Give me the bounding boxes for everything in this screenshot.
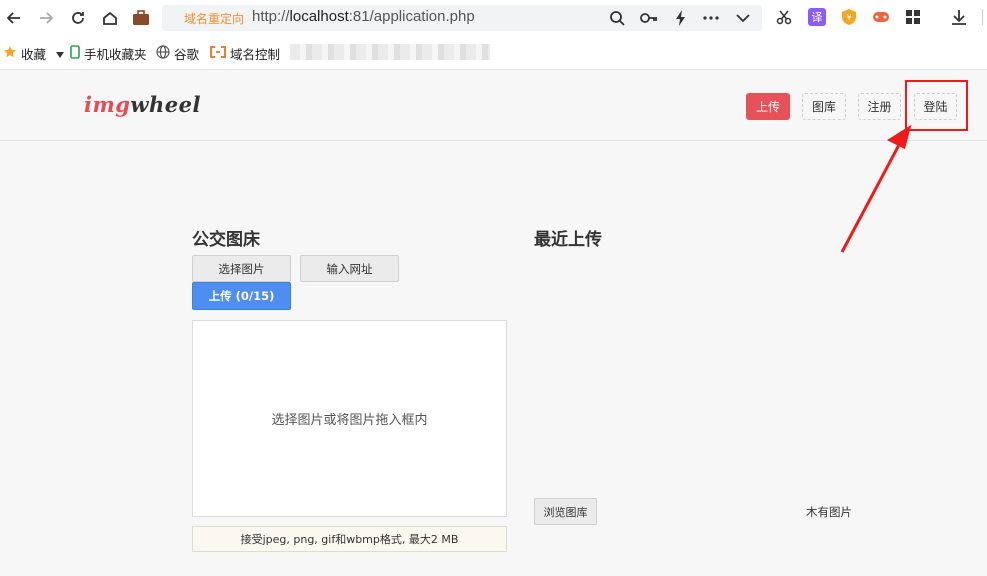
- url-prefix: http://: [252, 8, 290, 25]
- scissors-icon[interactable]: [775, 8, 793, 26]
- bookmark-label: 手机收藏夹: [84, 47, 147, 62]
- translate-icon[interactable]: 译: [808, 8, 826, 26]
- upload-button[interactable]: 上传 (0/15): [192, 282, 291, 310]
- gamepad-icon[interactable]: [872, 8, 890, 26]
- url-rest: :81/application.php: [348, 8, 475, 25]
- browse-gallery-button[interactable]: 浏览图库: [534, 498, 597, 525]
- bookmark-label: 谷歌: [174, 47, 200, 62]
- phone-icon: [70, 45, 80, 62]
- reload-icon[interactable]: [68, 8, 88, 28]
- upload-nav-button[interactable]: 上传: [746, 93, 790, 120]
- bracket-icon: [210, 46, 226, 61]
- blurred-bookmarks: [290, 44, 490, 60]
- more-icon[interactable]: [702, 9, 720, 27]
- search-icon[interactable]: [608, 9, 626, 27]
- svg-text:¥: ¥: [846, 13, 851, 22]
- overflow-divider: [978, 8, 987, 26]
- download-icon[interactable]: [950, 8, 968, 26]
- back-icon[interactable]: [4, 8, 24, 28]
- annotation-highlight-box: [905, 80, 968, 131]
- globe-icon: [156, 45, 170, 62]
- logo-accent: img: [84, 92, 131, 117]
- key-icon[interactable]: [640, 9, 658, 27]
- browser-toolbar: 域名重定向 http://localhost:81/application.ph…: [0, 0, 987, 36]
- formats-text: 接受jpeg, png, gif和wbmp格式, 最大2 MB: [240, 533, 459, 546]
- caret-down-icon: [56, 46, 65, 61]
- enter-url-tab[interactable]: 输入网址: [300, 255, 399, 282]
- site-header: imgwheel 上传 图库 注册 登陆: [0, 70, 987, 141]
- arrow-shaft: [840, 142, 902, 253]
- bookmark-label: 域名控制: [230, 47, 281, 62]
- bookmark-favorites[interactable]: 收藏: [3, 44, 65, 63]
- upload-section-title: 公交图床: [192, 230, 260, 250]
- dropzone-text: 选择图片或将图片拖入框内: [271, 413, 428, 428]
- shield-icon[interactable]: ¥: [840, 8, 858, 26]
- logo-rest: wheel: [130, 92, 201, 117]
- redirect-tag: 域名重定向: [184, 12, 245, 26]
- address-bar[interactable]: 域名重定向 http://localhost:81/application.ph…: [162, 5, 762, 31]
- chevron-down-icon[interactable]: [734, 9, 752, 27]
- select-image-tab[interactable]: 选择图片: [192, 255, 291, 282]
- recent-uploads-title: 最近上传: [534, 230, 602, 250]
- bookmark-label: 收藏: [21, 47, 47, 62]
- accepted-formats-note: 接受jpeg, png, gif和wbmp格式, 最大2 MB: [192, 526, 507, 552]
- bookmark-mobile[interactable]: 手机收藏夹: [70, 44, 147, 63]
- bookmark-google[interactable]: 谷歌: [156, 44, 199, 63]
- empty-state-text: 木有图片: [806, 505, 852, 519]
- gallery-nav-button[interactable]: 图库: [802, 93, 846, 120]
- forward-icon[interactable]: [36, 8, 56, 28]
- lightning-icon[interactable]: [672, 9, 690, 27]
- briefcase-icon[interactable]: [131, 8, 151, 28]
- image-dropzone[interactable]: 选择图片或将图片拖入框内: [192, 320, 507, 517]
- bookmarks-bar: 收藏 手机收藏夹 谷歌 域名控制: [0, 36, 987, 70]
- logo[interactable]: imgwheel: [84, 92, 201, 117]
- home-icon[interactable]: [100, 8, 120, 28]
- star-icon: [3, 45, 17, 62]
- register-nav-button[interactable]: 注册: [858, 93, 901, 120]
- bookmark-domain-control[interactable]: 域名控制: [210, 44, 280, 63]
- url-host: localhost: [289, 8, 349, 25]
- url-text[interactable]: http://localhost:81/application.php: [252, 8, 475, 25]
- apps-grid-icon[interactable]: [904, 8, 922, 26]
